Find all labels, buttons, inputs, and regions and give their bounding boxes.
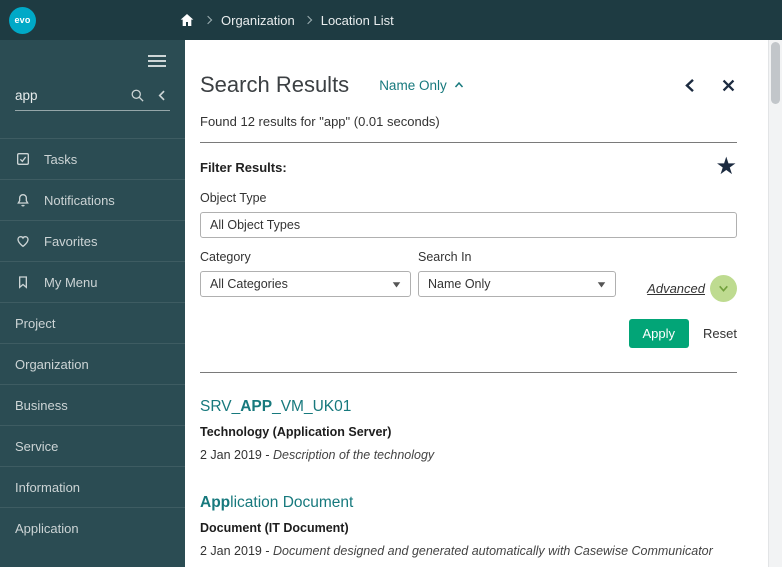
search-in-column: Search In Name Only bbox=[418, 238, 616, 297]
result-type: Document (IT Document) bbox=[200, 521, 349, 535]
filter-panel: Filter Results: ★ Object Type All Object… bbox=[200, 155, 737, 348]
search-in-value: Name Only bbox=[428, 277, 491, 291]
scrollbar-thumb[interactable] bbox=[771, 42, 780, 104]
vertical-scrollbar[interactable] bbox=[768, 40, 782, 567]
sidebar-item-business[interactable]: Business bbox=[0, 384, 185, 425]
filter-header: Filter Results: ★ bbox=[200, 155, 737, 179]
bookmark-icon bbox=[19, 276, 27, 289]
sidebar-item-label: Application bbox=[15, 520, 79, 536]
collapse-chevron-left-icon[interactable] bbox=[155, 88, 170, 103]
sidebar-item-label: Tasks bbox=[44, 151, 78, 167]
chevron-up-icon bbox=[454, 81, 463, 88]
evo-logo[interactable]: evo bbox=[9, 6, 36, 34]
breadcrumb-separator-icon bbox=[203, 15, 213, 25]
sidebar-item-notifications[interactable]: Notifications bbox=[0, 179, 185, 220]
sidebar-item-label: Organization bbox=[15, 356, 89, 372]
object-type-value: All Object Types bbox=[210, 218, 301, 232]
hamburger-menu-icon[interactable] bbox=[145, 52, 169, 70]
sidebar-header bbox=[0, 40, 185, 82]
sidebar-item-label: Service bbox=[15, 438, 59, 454]
search-icon[interactable] bbox=[130, 88, 145, 103]
filter-actions: Apply Reset bbox=[200, 319, 737, 348]
advanced-expand-button[interactable] bbox=[710, 275, 737, 302]
tasks-icon bbox=[17, 153, 29, 165]
sidebar: Tasks Notifications Favorites My Menu Pr… bbox=[0, 40, 185, 567]
sidebar-search-input[interactable] bbox=[15, 88, 120, 103]
apply-button[interactable]: Apply bbox=[628, 319, 690, 348]
search-mode-label: Name Only bbox=[379, 77, 447, 93]
result-description: 2 Jan 2019 - Description of the technolo… bbox=[200, 448, 435, 462]
result-description: 2 Jan 2019 - Document designed and gener… bbox=[200, 544, 713, 558]
sidebar-item-label: Business bbox=[15, 397, 68, 413]
advanced-controls: Advanced bbox=[647, 275, 737, 302]
main-content: Search Results Name Only Found 12 result… bbox=[185, 40, 768, 567]
object-type-field[interactable]: All Object Types bbox=[200, 212, 737, 238]
bell-icon bbox=[17, 193, 29, 207]
top-bar: evo Organization Location List bbox=[0, 0, 782, 40]
object-type-label: Object Type bbox=[200, 191, 267, 205]
result-item: SRV_APP_VM_UK01 Technology (Application … bbox=[200, 398, 737, 462]
divider bbox=[200, 142, 737, 143]
sidebar-search bbox=[15, 88, 170, 111]
page: evo Organization Location List app Tasks… bbox=[0, 0, 782, 567]
advanced-link[interactable]: Advanced bbox=[647, 281, 705, 296]
results-summary: Found 12 results for "app" (0.01 seconds… bbox=[200, 114, 440, 129]
sidebar-item-label: Notifications bbox=[44, 192, 115, 208]
result-title[interactable]: Application Document bbox=[200, 494, 737, 512]
sidebar-item-label: My Menu bbox=[44, 274, 98, 290]
sidebar-item-service[interactable]: Service bbox=[0, 425, 185, 466]
result-title[interactable]: SRV_APP_VM_UK01 bbox=[200, 398, 737, 416]
category-column: Category All Categories bbox=[200, 238, 411, 297]
filter-row: Category All Categories Search In Name O… bbox=[200, 238, 737, 302]
back-chevron-icon[interactable] bbox=[682, 77, 699, 94]
results-list: SRV_APP_VM_UK01 Technology (Application … bbox=[200, 398, 737, 558]
sidebar-item-my-menu[interactable]: My Menu bbox=[0, 261, 185, 302]
select-arrow-icon bbox=[597, 281, 606, 287]
category-value: All Categories bbox=[210, 277, 288, 291]
sidebar-item-favorites[interactable]: Favorites bbox=[0, 220, 185, 261]
breadcrumb-organization[interactable]: Organization bbox=[221, 13, 295, 28]
page-title: Search Results bbox=[200, 72, 350, 97]
select-arrow-icon bbox=[392, 281, 401, 287]
evo-logo-text: evo bbox=[14, 15, 31, 25]
category-select[interactable]: All Categories bbox=[200, 271, 411, 297]
breadcrumb-location-list[interactable]: Location List bbox=[321, 13, 394, 28]
result-item: Application Document Document (IT Docume… bbox=[200, 494, 737, 558]
breadcrumb-separator-icon bbox=[303, 15, 312, 25]
divider bbox=[200, 372, 737, 373]
sidebar-item-organization[interactable]: Organization bbox=[0, 343, 185, 384]
content-header: Search Results Name Only bbox=[200, 72, 737, 98]
sidebar-item-project[interactable]: Project bbox=[0, 302, 185, 343]
heart-icon bbox=[17, 235, 29, 248]
result-type: Technology (Application Server) bbox=[200, 425, 392, 439]
sidebar-item-information[interactable]: Information bbox=[0, 466, 185, 507]
sidebar-item-label: Information bbox=[15, 479, 81, 495]
sidebar-menu: Tasks Notifications Favorites My Menu Pr… bbox=[0, 138, 185, 548]
close-icon[interactable] bbox=[720, 77, 737, 94]
category-label: Category bbox=[200, 250, 251, 264]
breadcrumb: Organization Location List bbox=[179, 12, 394, 28]
filter-title: Filter Results: bbox=[200, 159, 287, 175]
sidebar-item-label: Favorites bbox=[44, 233, 98, 249]
header-icons bbox=[682, 77, 737, 94]
sidebar-item-application[interactable]: Application bbox=[0, 507, 185, 548]
sidebar-item-label: Project bbox=[15, 315, 56, 331]
reset-link[interactable]: Reset bbox=[703, 326, 737, 341]
sidebar-item-tasks[interactable]: Tasks bbox=[0, 138, 185, 179]
search-mode-link[interactable]: Name Only bbox=[379, 78, 465, 93]
search-in-select[interactable]: Name Only bbox=[418, 271, 616, 297]
chevron-down-icon bbox=[719, 285, 728, 292]
home-icon[interactable] bbox=[179, 12, 195, 28]
favorite-star-icon[interactable]: ★ bbox=[715, 155, 737, 179]
search-in-label: Search In bbox=[418, 250, 472, 264]
